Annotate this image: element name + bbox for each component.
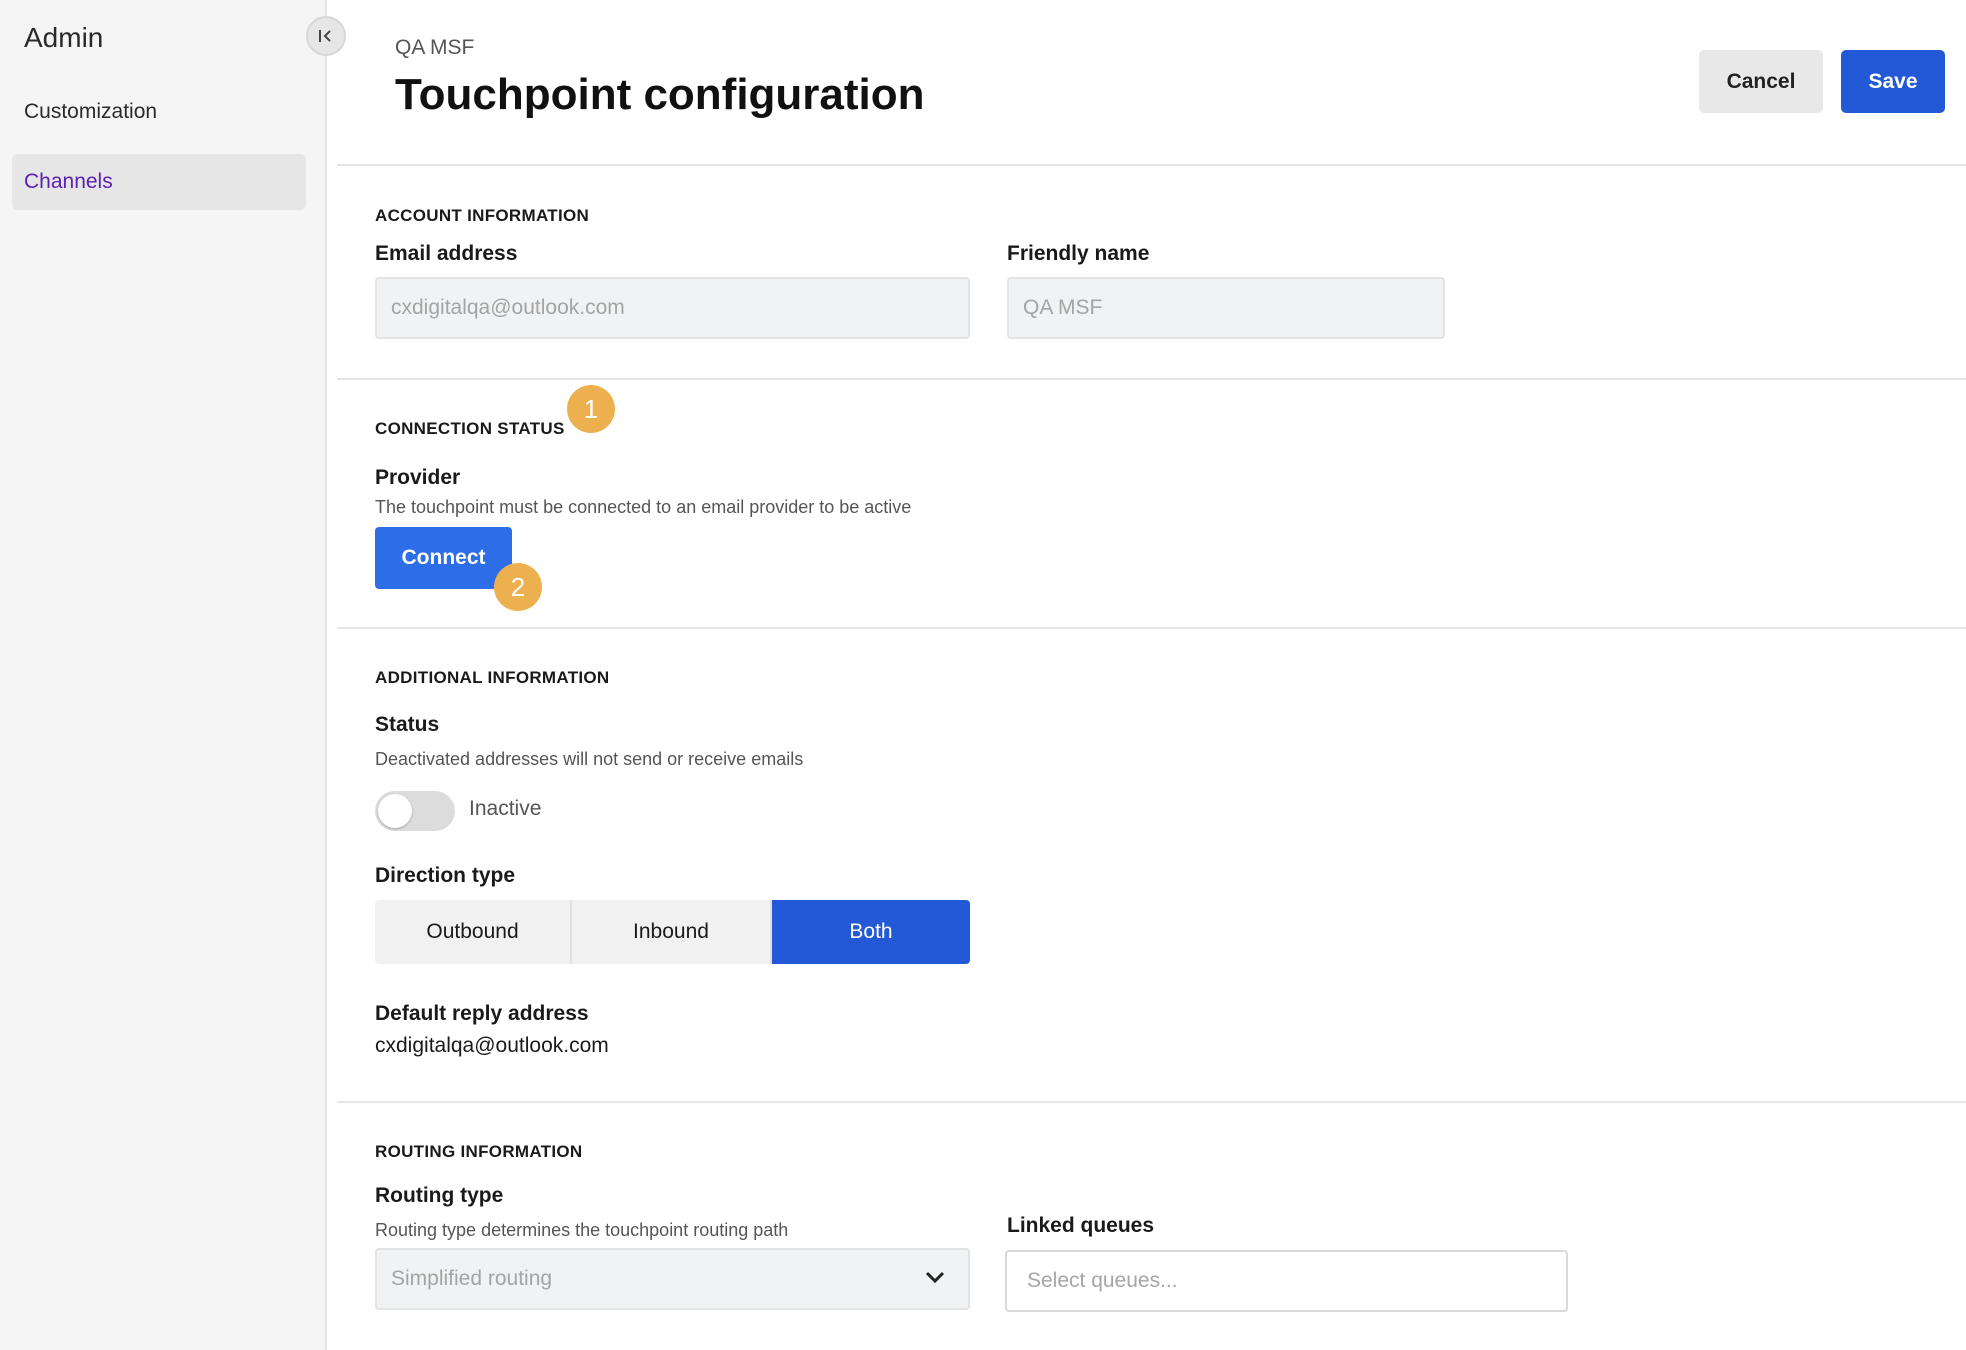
- provider-help: The touchpoint must be connected to an e…: [375, 497, 912, 517]
- save-button[interactable]: Save: [1841, 50, 1945, 113]
- step-badge-2: 2: [494, 563, 542, 611]
- direction-type-control: Outbound Inbound Both: [375, 900, 970, 964]
- section-title-account: ACCOUNT INFORMATION: [375, 206, 590, 225]
- status-toggle[interactable]: [375, 791, 455, 831]
- breadcrumb: QA MSF: [395, 36, 475, 59]
- connect-button[interactable]: Connect: [375, 527, 512, 589]
- friendly-name-field[interactable]: QA MSF: [1007, 277, 1445, 339]
- sidebar: Admin Customization Channels: [0, 0, 327, 1350]
- cancel-button[interactable]: Cancel: [1699, 50, 1823, 113]
- linked-queues-label: Linked queues: [1007, 1214, 1155, 1237]
- divider: [337, 1101, 1966, 1103]
- page-title: Touchpoint configuration: [395, 70, 925, 119]
- section-title-additional: ADDITIONAL INFORMATION: [375, 668, 610, 687]
- chevron-down-icon: [925, 1271, 945, 1284]
- default-reply-label: Default reply address: [375, 1002, 589, 1025]
- sidebar-item-customization[interactable]: Customization: [12, 84, 306, 140]
- linked-queues-input[interactable]: Select queues...: [1005, 1250, 1568, 1312]
- divider: [337, 627, 1966, 629]
- sidebar-item-channels[interactable]: Channels: [12, 154, 306, 210]
- routing-type-value: Simplified routing: [391, 1267, 553, 1290]
- direction-option-outbound[interactable]: Outbound: [375, 900, 572, 964]
- default-reply-value: cxdigitalqa@outlook.com: [375, 1034, 609, 1057]
- provider-label: Provider: [375, 466, 461, 489]
- status-help: Deactivated addresses will not send or r…: [375, 749, 804, 769]
- email-label: Email address: [375, 242, 518, 265]
- routing-type-label: Routing type: [375, 1184, 504, 1207]
- app-root: Admin Customization Channels QA MSF Touc…: [0, 0, 1966, 1350]
- routing-type-select[interactable]: Simplified routing: [375, 1248, 970, 1310]
- section-title-connection: CONNECTION STATUS: [375, 419, 565, 438]
- direction-option-both[interactable]: Both: [772, 900, 970, 964]
- main-content: QA MSF Touchpoint configuration Cancel S…: [337, 0, 1966, 1350]
- collapse-left-icon: [319, 30, 331, 42]
- direction-option-inbound[interactable]: Inbound: [572, 900, 772, 964]
- collapse-sidebar-button[interactable]: [306, 16, 346, 56]
- status-label: Status: [375, 713, 440, 736]
- sidebar-title: Admin: [24, 22, 104, 53]
- divider: [337, 378, 1966, 380]
- step-badge-1: 1: [567, 385, 615, 433]
- divider: [337, 164, 1966, 166]
- email-field[interactable]: cxdigitalqa@outlook.com: [375, 277, 970, 339]
- toggle-knob: [378, 794, 412, 828]
- routing-type-help: Routing type determines the touchpoint r…: [375, 1220, 789, 1240]
- direction-type-label: Direction type: [375, 864, 516, 887]
- status-value: Inactive: [469, 797, 542, 820]
- section-title-routing: ROUTING INFORMATION: [375, 1142, 583, 1161]
- friendly-name-label: Friendly name: [1007, 242, 1150, 265]
